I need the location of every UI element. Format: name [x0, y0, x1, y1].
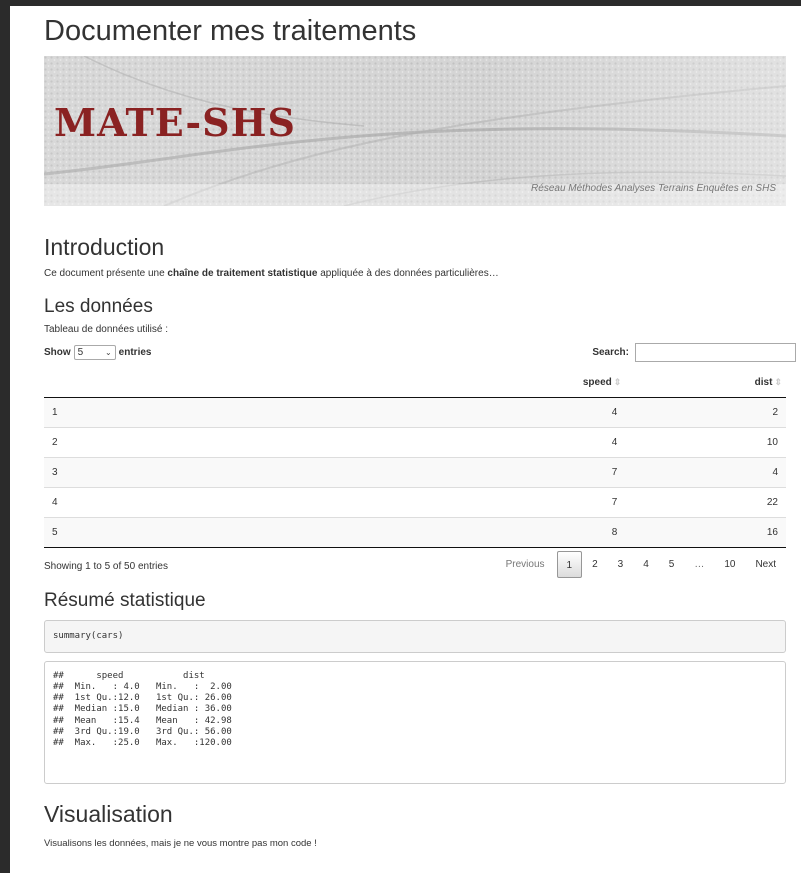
- column-header-label: speed: [582, 377, 612, 389]
- datatable-controls: Show 5 ⌄ entries Search:: [44, 341, 796, 369]
- pagination-previous[interactable]: Previous: [496, 551, 557, 578]
- pagination-page-3[interactable]: 3: [608, 551, 634, 578]
- table-cell: 4: [44, 486, 414, 517]
- search-control: Search:: [592, 343, 796, 362]
- table-cell: 4: [414, 397, 626, 427]
- output-line: ## 3rd Qu.:19.0 3rd Qu.: 56.00: [53, 726, 243, 737]
- banner-image: MATE-SHS Réseau Méthodes Analyses Terrai…: [44, 56, 786, 206]
- pagination-page-10[interactable]: 10: [714, 551, 745, 578]
- column-header-dist[interactable]: dist ⇕: [625, 369, 786, 398]
- summary-heading: Résumé statistique: [44, 589, 206, 611]
- sort-icon: ⇕: [774, 377, 782, 388]
- table-cell: 22: [625, 486, 786, 517]
- document-content: Documenter mes traitements MATE-SHS Rése…: [44, 6, 796, 850]
- length-control: Show 5 ⌄ entries: [44, 345, 151, 360]
- datatable-footer: Showing 1 to 5 of 50 entries Previous 1 …: [44, 548, 786, 582]
- table-cell: 4: [414, 426, 626, 457]
- data-heading: Les données: [44, 296, 153, 317]
- document-title: Documenter mes traitements: [44, 15, 417, 47]
- banner-tagline: Réseau Méthodes Analyses Terrains Enquêt…: [531, 183, 776, 194]
- pagination-page-2[interactable]: 2: [582, 551, 608, 578]
- pagination-page-5[interactable]: 5: [659, 551, 685, 578]
- table-cell: 1: [44, 397, 414, 427]
- code-block: summary(cars): [44, 619, 786, 653]
- output-line: ## Max. :25.0 Max. :120.00: [53, 738, 243, 749]
- table-row: 2 4 10: [44, 426, 786, 457]
- table-cell: 8: [414, 516, 626, 548]
- output-line: ## Mean :15.4 Mean : 42.98: [53, 715, 243, 726]
- data-caption: Tableau de données utilisé :: [44, 324, 168, 335]
- output-line: ## 1st Qu.:12.0 1st Qu.: 26.00: [53, 693, 243, 704]
- mate-shs-logo: MATE-SHS: [54, 100, 296, 145]
- pagination-page-1[interactable]: 1: [556, 550, 583, 578]
- entries-label: entries: [118, 347, 152, 358]
- page: Documenter mes traitements MATE-SHS Rése…: [10, 6, 801, 873]
- table-cell: 10: [625, 426, 786, 457]
- table-info: Showing 1 to 5 of 50 entries: [44, 560, 168, 572]
- output-line: ## Min. : 4.0 Min. : 2.00: [53, 681, 243, 692]
- sort-icon: ⇕: [613, 377, 622, 388]
- entries-select[interactable]: 5 ⌄: [73, 345, 116, 360]
- table-header-row: speed ⇕ dist ⇕: [44, 369, 786, 398]
- introduction-text: Ce document présente une chaîne de trait…: [44, 267, 786, 280]
- data-table: speed ⇕ dist ⇕ 1 4 2 2 4 10 3 7 4 4 7 22…: [44, 369, 786, 548]
- table-cell: 5: [44, 516, 414, 548]
- entries-select-value: 5: [77, 347, 84, 358]
- visualisation-text: Visualisons les données, mais je ne vous…: [44, 837, 317, 849]
- table-cell: 16: [625, 516, 786, 548]
- pagination-next[interactable]: Next: [745, 551, 786, 578]
- table-row: 4 7 22: [44, 486, 786, 517]
- chevron-down-icon: ⌄: [104, 348, 112, 357]
- pagination-page-4[interactable]: 4: [633, 551, 659, 578]
- column-header-speed[interactable]: speed ⇕: [414, 369, 626, 398]
- introduction-heading: Introduction: [44, 234, 165, 260]
- table-cell: 2: [625, 397, 786, 427]
- pagination-ellipsis: …: [694, 558, 705, 570]
- table-cell: 2: [44, 426, 414, 457]
- intro-text-end: appliquée à des données particulières…: [317, 268, 499, 279]
- table-row: 3 7 4: [44, 456, 786, 487]
- column-header-index: [44, 369, 414, 398]
- table-cell: 4: [625, 456, 786, 487]
- visualisation-heading: Visualisation: [44, 800, 173, 827]
- output-line: ## Median :15.0 Median : 36.00: [53, 704, 243, 715]
- table-row: 5 8 16: [44, 516, 786, 548]
- table-row: 1 4 2: [44, 397, 786, 427]
- table-cell: 3: [44, 456, 414, 487]
- intro-text-start: Ce document présente une: [44, 268, 168, 279]
- intro-text-bold: chaîne de traitement statistique: [167, 268, 318, 279]
- table-cell: 7: [414, 456, 626, 487]
- search-label: Search:: [592, 347, 629, 358]
- show-label: Show: [44, 347, 71, 358]
- output-block: ## speed dist ## Min. : 4.0 Min. : 2.00 …: [44, 660, 786, 784]
- pagination: Previous 1 2 3 4 5 … 10 Next: [496, 550, 786, 578]
- output-line: ## speed dist: [53, 670, 243, 681]
- search-input[interactable]: [635, 343, 796, 362]
- table-cell: 7: [414, 486, 626, 517]
- column-header-label: dist: [754, 377, 773, 389]
